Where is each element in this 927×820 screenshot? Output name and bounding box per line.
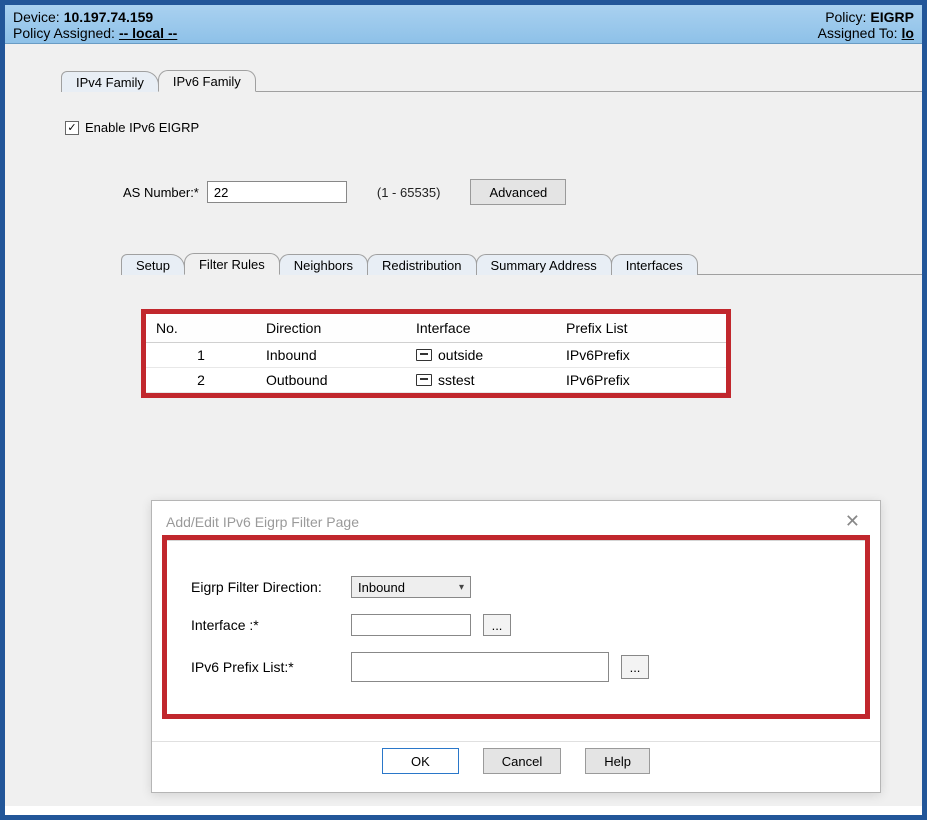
as-number-input[interactable] <box>207 181 347 203</box>
cell-no: 2 <box>146 368 256 393</box>
device-label: Device: <box>13 9 60 25</box>
close-icon[interactable]: ✕ <box>839 511 866 532</box>
cell-interface: outside <box>406 343 556 368</box>
interface-icon <box>416 349 432 361</box>
assigned-to-link[interactable]: lo <box>902 25 914 41</box>
filter-rules-table: No. Direction Interface Prefix List 1 In… <box>146 314 726 393</box>
assigned-to-label: Assigned To: <box>818 25 898 41</box>
cell-interface-name: outside <box>438 347 483 363</box>
col-prefix[interactable]: Prefix List <box>556 314 726 343</box>
form-row-direction: Eigrp Filter Direction: Inbound ▾ <box>191 576 841 598</box>
cell-prefix: IPv6Prefix <box>556 368 726 393</box>
cell-no: 1 <box>146 343 256 368</box>
cell-prefix: IPv6Prefix <box>556 343 726 368</box>
form-row-prefix: IPv6 Prefix List:* ... <box>191 652 841 682</box>
tab-ipv6-family[interactable]: IPv6 Family <box>158 70 256 92</box>
col-direction[interactable]: Direction <box>256 314 406 343</box>
direction-label: Eigrp Filter Direction: <box>191 579 351 595</box>
interface-icon <box>416 374 432 386</box>
table-row[interactable]: 2 Outbound sstest IPv6Prefix <box>146 368 726 393</box>
direction-select[interactable]: Inbound ▾ <box>351 576 471 598</box>
prefix-input[interactable] <box>351 652 609 682</box>
family-tabs: IPv4 Family IPv6 Family <box>61 70 922 92</box>
enable-row: ✓ Enable IPv6 EIGRP <box>65 120 922 135</box>
main-panel: IPv4 Family IPv6 Family ✓ Enable IPv6 EI… <box>5 44 922 806</box>
cell-interface-name: sstest <box>438 372 475 388</box>
header-left: Device: 10.197.74.159 Policy Assigned: -… <box>13 9 177 41</box>
tab-filter-rules[interactable]: Filter Rules <box>184 253 280 275</box>
tab-summary-address[interactable]: Summary Address <box>476 254 612 275</box>
ok-button[interactable]: OK <box>382 748 459 774</box>
tab-setup[interactable]: Setup <box>121 254 185 275</box>
interface-browse-button[interactable]: ... <box>483 614 511 636</box>
policy-assigned-link[interactable]: -- local -- <box>119 25 177 41</box>
direction-select-value: Inbound <box>358 580 405 595</box>
chevron-down-icon: ▾ <box>459 582 464 593</box>
cell-direction: Inbound <box>256 343 406 368</box>
as-number-row: AS Number:* (1 - 65535) Advanced <box>123 179 922 205</box>
tab-interfaces[interactable]: Interfaces <box>611 254 698 275</box>
col-interface[interactable]: Interface <box>406 314 556 343</box>
dialog-buttons: OK Cancel Help <box>152 741 880 792</box>
form-row-interface: Interface :* ... <box>191 614 841 636</box>
device-value: 10.197.74.159 <box>64 9 154 25</box>
policy-value: EIGRP <box>870 9 914 25</box>
as-number-label: AS Number:* <box>123 185 199 200</box>
dialog-form-highlight: Eigrp Filter Direction: Inbound ▾ Interf… <box>162 535 870 719</box>
enable-ipv6-eigrp-label: Enable IPv6 EIGRP <box>85 120 199 135</box>
interface-label: Interface :* <box>191 617 351 633</box>
tab-ipv4-family[interactable]: IPv4 Family <box>61 71 159 92</box>
as-range-hint: (1 - 65535) <box>377 185 441 200</box>
header-bar: Device: 10.197.74.159 Policy Assigned: -… <box>5 5 922 44</box>
enable-ipv6-eigrp-checkbox[interactable]: ✓ <box>65 121 79 135</box>
advanced-button[interactable]: Advanced <box>470 179 566 205</box>
interface-input[interactable] <box>351 614 471 636</box>
filter-rules-table-highlight: No. Direction Interface Prefix List 1 In… <box>141 309 731 398</box>
prefix-label: IPv6 Prefix List:* <box>191 659 351 675</box>
app-window: Device: 10.197.74.159 Policy Assigned: -… <box>0 0 927 820</box>
cell-interface: sstest <box>406 368 556 393</box>
tab-neighbors[interactable]: Neighbors <box>279 254 368 275</box>
policy-label: Policy: <box>825 9 866 25</box>
tab-redistribution[interactable]: Redistribution <box>367 254 477 275</box>
cancel-button[interactable]: Cancel <box>483 748 561 774</box>
dialog-body: Eigrp Filter Direction: Inbound ▾ Interf… <box>152 547 880 741</box>
help-button[interactable]: Help <box>585 748 650 774</box>
inner-tabs: Setup Filter Rules Neighbors Redistribut… <box>121 253 922 275</box>
cell-direction: Outbound <box>256 368 406 393</box>
policy-assigned-label: Policy Assigned: <box>13 25 115 41</box>
dialog-title-text: Add/Edit IPv6 Eigrp Filter Page <box>166 514 359 530</box>
col-no[interactable]: No. <box>146 314 256 343</box>
prefix-browse-button[interactable]: ... <box>621 655 649 679</box>
table-row[interactable]: 1 Inbound outside IPv6Prefix <box>146 343 726 368</box>
add-edit-filter-dialog: Add/Edit IPv6 Eigrp Filter Page ✕ Eigrp … <box>151 500 881 793</box>
